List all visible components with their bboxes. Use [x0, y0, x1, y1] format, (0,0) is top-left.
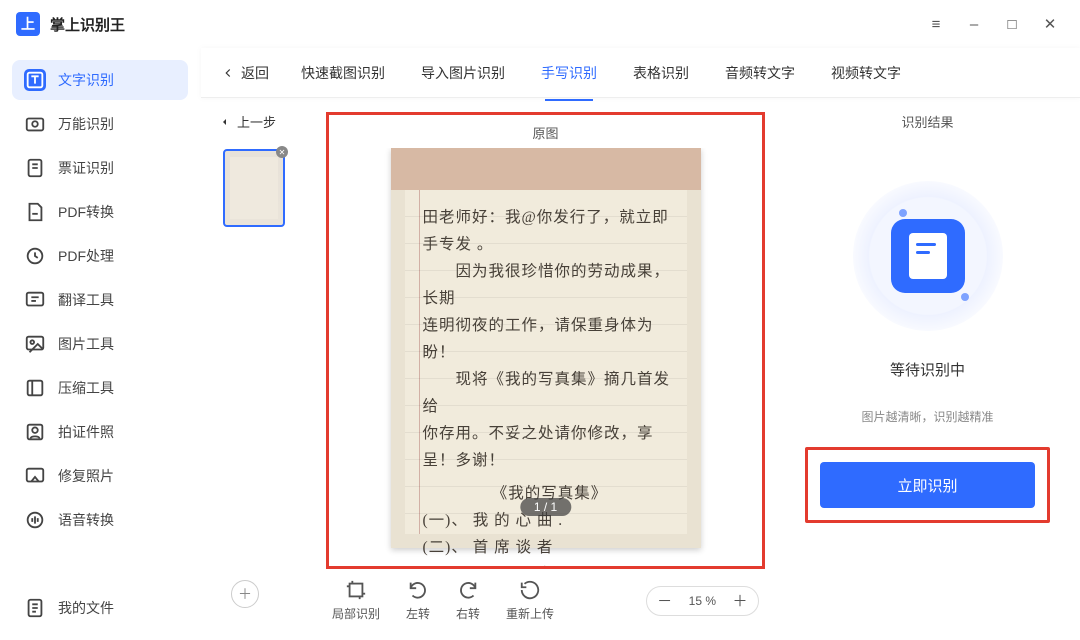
- hw-line: 因为我很珍惜你的劳动成果，长期: [423, 258, 677, 312]
- image-icon: [24, 333, 46, 355]
- result-status-text: 等待识别中: [890, 359, 965, 380]
- sidebar-item-label: 万能识别: [58, 114, 114, 134]
- sidebar: 文字识别 万能识别 票证识别 PDF转换 PDF处理 翻译工具: [0, 48, 200, 640]
- sidebar-item-label: 语音转换: [58, 510, 114, 530]
- back-label: 返回: [241, 63, 269, 83]
- sidebar-item-label: 文字识别: [58, 70, 114, 90]
- sidebar-item-audio[interactable]: 语音转换: [12, 500, 188, 540]
- bottom-toolbar: 局部识别 左转 右转 重新上传: [326, 569, 765, 628]
- audio-icon: [24, 509, 46, 531]
- reupload-button[interactable]: 重新上传: [506, 579, 554, 622]
- tool-label: 右转: [456, 605, 480, 622]
- hw-item: (三)、 悠 悠 人 生 .: [423, 561, 677, 566]
- sidebar-item-label: 压缩工具: [58, 378, 114, 398]
- camera-icon: [24, 113, 46, 135]
- zoom-in-button[interactable]: ＋: [726, 588, 754, 614]
- close-button[interactable]: ✕: [1036, 10, 1064, 38]
- hw-line: 连明彻夜的工作，请保重身体为盼！: [423, 312, 677, 366]
- pdf-tools-icon: [24, 245, 46, 267]
- sidebar-item-pdf-convert[interactable]: PDF转换: [12, 192, 188, 232]
- sidebar-item-compress[interactable]: 压缩工具: [12, 368, 188, 408]
- previous-step-button[interactable]: 上一步: [219, 112, 276, 131]
- tab-screenshot-ocr[interactable]: 快速截图识别: [297, 55, 389, 91]
- document-icon: [891, 219, 965, 293]
- sidebar-item-label: 拍证件照: [58, 422, 114, 442]
- tool-label: 局部识别: [332, 605, 380, 622]
- sidebar-item-label: 翻译工具: [58, 290, 114, 310]
- files-icon: [24, 597, 46, 619]
- sidebar-item-receipt-ocr[interactable]: 票证识别: [12, 148, 188, 188]
- sidebar-item-my-files[interactable]: 我的文件: [12, 588, 188, 628]
- back-button[interactable]: 返回: [221, 63, 269, 83]
- tool-label: 重新上传: [506, 605, 554, 622]
- top-nav: 返回 快速截图识别 导入图片识别 手写识别 表格识别 音频转文字 视频转文字: [201, 48, 1080, 98]
- sidebar-item-image-tools[interactable]: 图片工具: [12, 324, 188, 364]
- source-image[interactable]: 田老师好：我@你发行了，就立即手专发 。 因为我很珍惜你的劳动成果，长期 连明彻…: [391, 148, 701, 548]
- tab-table-ocr[interactable]: 表格识别: [629, 55, 693, 91]
- rotate-left-icon: [407, 579, 429, 601]
- id-photo-icon: [24, 421, 46, 443]
- tab-video-to-text[interactable]: 视频转文字: [827, 55, 905, 91]
- hw-line: 田老师好：我@你发行了，就立即手专发 。: [423, 204, 677, 258]
- app-title: 掌上识别王: [50, 14, 125, 35]
- preview-highlight-frame: 原图 田老师好：我@你发行了，就立即手专发 。 因为我很珍惜你的劳动成果，长期: [326, 112, 765, 569]
- titlebar: 上 掌上识别王 ≡ – □ ✕: [0, 0, 1080, 48]
- pdf-convert-icon: [24, 201, 46, 223]
- hw-line: 现将《我的写真集》摘几首发给: [423, 366, 677, 420]
- result-panel-title: 识别结果: [901, 112, 953, 131]
- sidebar-item-label: 我的文件: [58, 598, 114, 618]
- crop-recognize-button[interactable]: 局部识别: [332, 579, 380, 622]
- preview-title: 原图: [329, 115, 762, 148]
- image-thumbnail[interactable]: ✕: [223, 149, 285, 227]
- sidebar-item-text-ocr[interactable]: 文字识别: [12, 60, 188, 100]
- compress-icon: [24, 377, 46, 399]
- sidebar-item-label: 图片工具: [58, 334, 114, 354]
- sidebar-item-label: 票证识别: [58, 158, 114, 178]
- previous-step-label: 上一步: [237, 112, 276, 131]
- tool-label: 左转: [406, 605, 430, 622]
- minimize-button[interactable]: –: [960, 10, 988, 38]
- restore-icon: [24, 465, 46, 487]
- cta-highlight-frame: 立即识别: [805, 447, 1050, 523]
- result-status-illustration: [853, 181, 1003, 331]
- sidebar-item-label: 修复照片: [58, 466, 114, 486]
- sidebar-item-pdf-tools[interactable]: PDF处理: [12, 236, 188, 276]
- thumbnail-remove-button[interactable]: ✕: [276, 146, 288, 158]
- add-image-button[interactable]: ＋: [231, 580, 259, 608]
- rotate-right-icon: [457, 579, 479, 601]
- page-indicator: 1 / 1: [520, 498, 571, 516]
- zoom-value: 15 %: [679, 594, 726, 608]
- sidebar-item-label: PDF处理: [58, 246, 114, 266]
- sidebar-item-label: PDF转换: [58, 202, 114, 222]
- sidebar-item-translate[interactable]: 翻译工具: [12, 280, 188, 320]
- text-icon: [24, 69, 46, 91]
- tab-import-image-ocr[interactable]: 导入图片识别: [417, 55, 509, 91]
- sidebar-item-universal-ocr[interactable]: 万能识别: [12, 104, 188, 144]
- rotate-left-button[interactable]: 左转: [406, 579, 430, 622]
- hw-item: (二)、 首 席 谈 者: [423, 534, 677, 561]
- receipt-icon: [24, 157, 46, 179]
- crop-icon: [345, 579, 367, 601]
- translate-icon: [24, 289, 46, 311]
- hw-line: 你存用。不妥之处请你修改，享呈！多谢！: [423, 420, 677, 474]
- zoom-out-button[interactable]: －: [651, 588, 679, 614]
- sidebar-item-restore-photo[interactable]: 修复照片: [12, 456, 188, 496]
- zoom-control: － 15 % ＋: [646, 586, 759, 616]
- rotate-right-button[interactable]: 右转: [456, 579, 480, 622]
- sidebar-item-id-photo[interactable]: 拍证件照: [12, 412, 188, 452]
- tab-audio-to-text[interactable]: 音频转文字: [721, 55, 799, 91]
- result-hint-text: 图片越清晰，识别越精准: [861, 408, 993, 425]
- menu-button[interactable]: ≡: [922, 10, 950, 38]
- recognize-now-button[interactable]: 立即识别: [820, 462, 1035, 508]
- tab-handwriting-ocr[interactable]: 手写识别: [537, 55, 601, 91]
- app-logo: 上: [16, 12, 40, 36]
- reupload-icon: [519, 579, 541, 601]
- maximize-button[interactable]: □: [998, 10, 1026, 38]
